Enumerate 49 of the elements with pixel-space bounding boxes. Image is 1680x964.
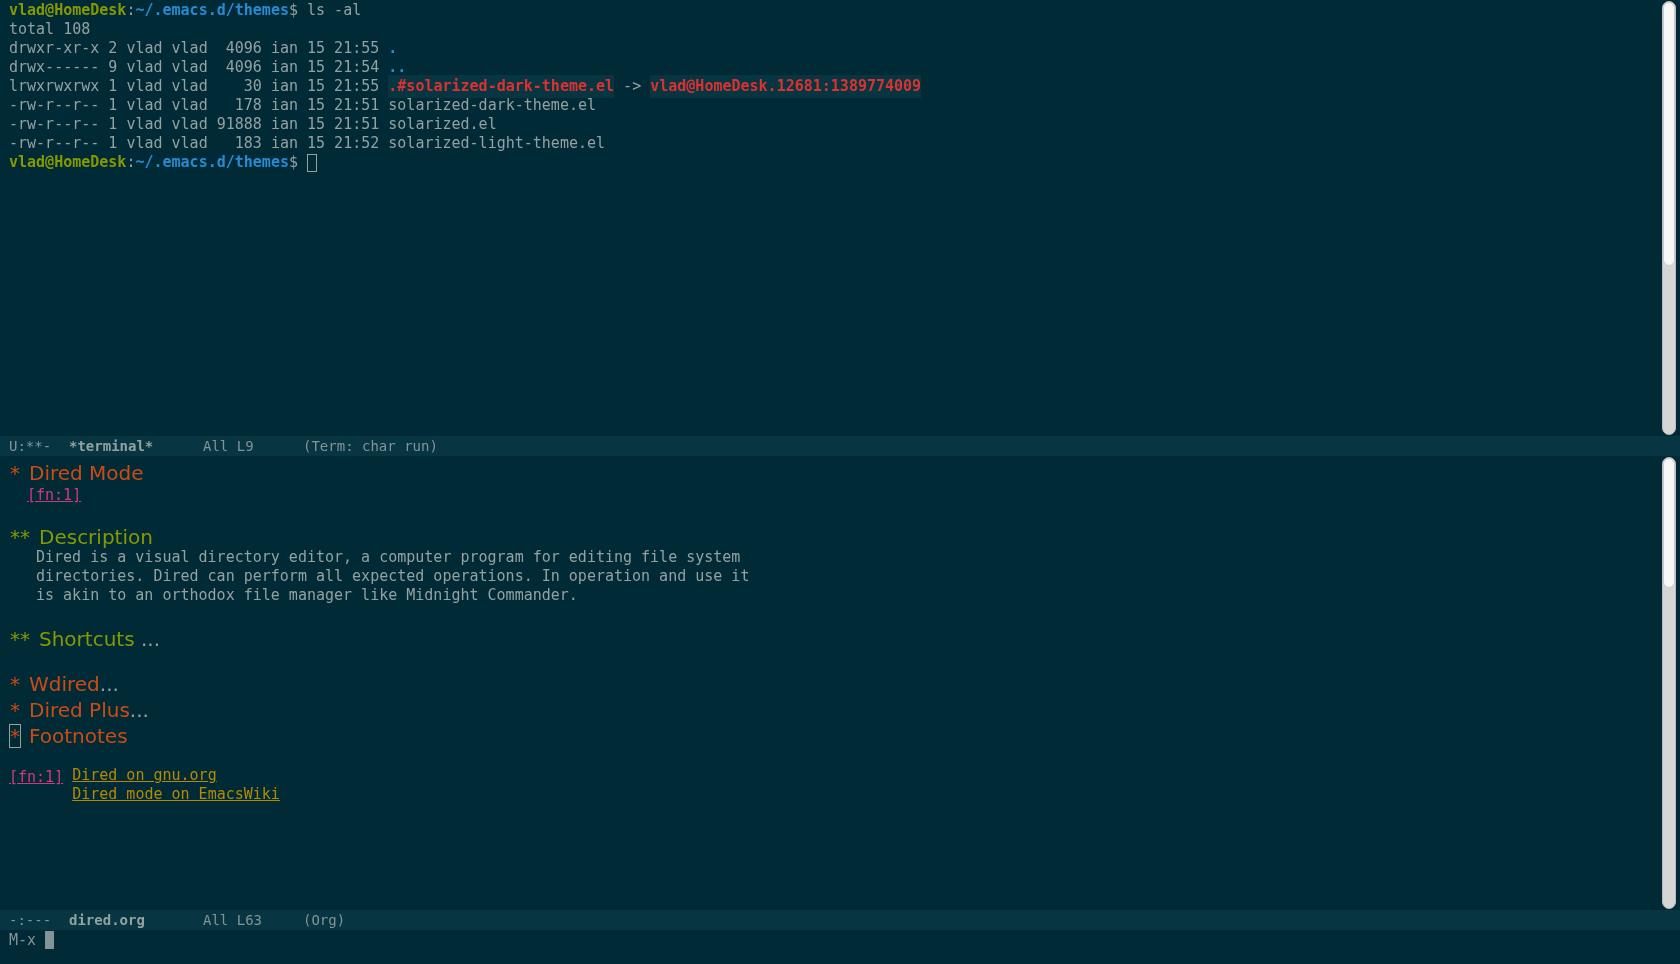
broken-link-name: .#solarized-dark-theme.el [388, 75, 615, 98]
buffer-name: *terminal* [69, 436, 155, 456]
prompt-user: vlad@HomeDesk [9, 0, 127, 22]
terminal-text: -rw-r--r-- 1 vlad vlad 178 ian 15 21:51 solarized-dark-theme.el [9, 95, 596, 117]
heading-stars: * [9, 672, 21, 696]
buffer-position: All L9 [203, 436, 255, 456]
prompt-path: ~/.emacs.d/themes [135, 0, 289, 22]
footnote-link[interactable]: Dired mode on EmacsWiki [72, 785, 280, 804]
folded-ellipsis[interactable]: ... [129, 695, 149, 725]
terminal-text: total 108 [9, 19, 91, 41]
terminal-text: : [126, 0, 136, 22]
major-mode: (Org) [303, 910, 346, 930]
folded-ellipsis[interactable]: ... [134, 624, 161, 654]
prompt-path: ~/.emacs.d/themes [135, 152, 289, 174]
terminal-text: -rw-r--r-- 1 vlad vlad 183 ian 15 21:52 solarized-light-theme.el [9, 133, 606, 155]
scrollbar[interactable] [1662, 1, 1676, 435]
major-mode: (Term: char run) [303, 436, 438, 456]
org-heading[interactable]: Dired Mode [29, 458, 144, 488]
terminal-text: drwx------ 9 vlad vlad 4096 ian 15 21:54 [9, 57, 381, 79]
terminal-text: lrwxrwxrwx 1 vlad vlad 30 ian 15 21:55 [9, 76, 381, 98]
mode-line-flags: -:--- [9, 910, 53, 930]
terminal-text: : [126, 152, 136, 174]
minibuffer-prompt: M-x [9, 929, 37, 951]
scrollbar-thumb[interactable] [1663, 2, 1675, 266]
buffer-position: All L63 [203, 910, 263, 930]
terminal-text: $ [288, 152, 299, 174]
terminal-text: drwxr-xr-x 2 vlad vlad 4096 ian 15 21:55 [9, 38, 381, 60]
heading-stars: * [9, 461, 21, 485]
terminal-text: $ ls -al [288, 0, 362, 22]
heading-stars: * [9, 724, 21, 748]
footnote-link[interactable]: Dired on gnu.org [72, 766, 280, 785]
terminal-text: -rw-r--r-- 1 vlad vlad 91888 ian 15 21:51 solarized.el [9, 114, 497, 136]
scrollbar[interactable] [1662, 457, 1676, 909]
heading-stars: ** [9, 627, 31, 651]
prompt-user: vlad@HomeDesk [9, 152, 127, 174]
broken-link-name: vlad@HomeDesk.12681:1389774009 [650, 75, 922, 98]
footnote-label[interactable]: [fn:1] [9, 766, 64, 785]
terminal-text: -> [622, 76, 643, 98]
buffer-name: dired.org [69, 910, 146, 930]
text-cursor [45, 931, 55, 949]
mode-line-flags: U:**- [9, 436, 53, 456]
org-heading[interactable]: Shortcuts [39, 624, 135, 654]
directory-name: . [388, 38, 398, 60]
directory-name: .. [388, 57, 407, 78]
scrollbar-thumb[interactable] [1663, 458, 1675, 588]
footnote-link[interactable]: [fn:1] [27, 486, 82, 504]
paragraph: Dired is a visual directory editor, a computer program for editing file system directories. Dired can perform all expected operations. In operation and use it is akin to an orthodox file manager like Midnight Commander. [35, 548, 751, 605]
heading-stars: ** [9, 525, 31, 549]
heading-stars: * [9, 698, 21, 722]
